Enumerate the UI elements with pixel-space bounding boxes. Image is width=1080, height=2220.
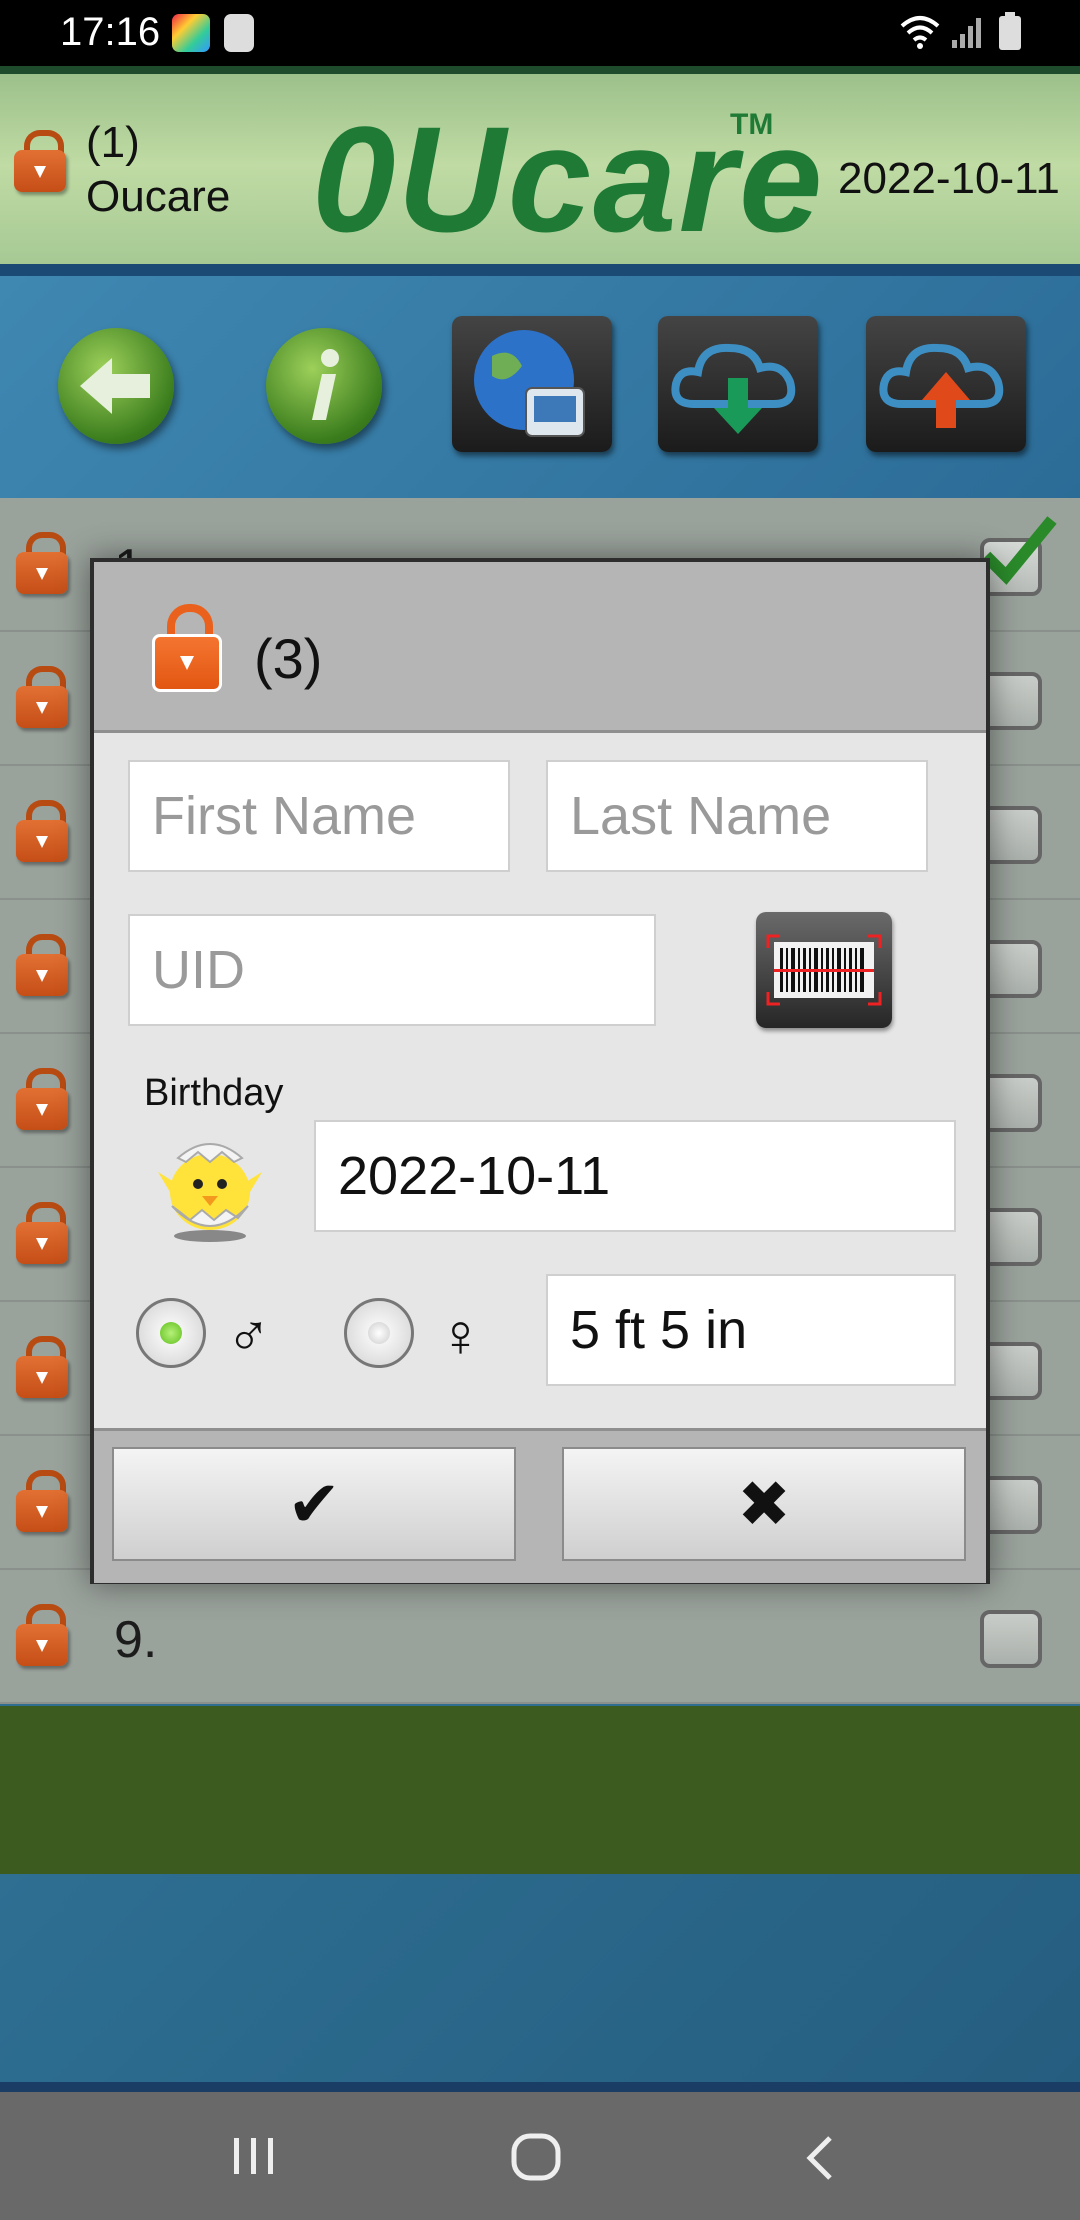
confirm-button[interactable]: ✔ <box>112 1447 516 1561</box>
chick-birthday-icon <box>158 1143 262 1242</box>
globe-device-icon <box>474 330 585 437</box>
status-bar: 17:16 <box>0 0 1080 66</box>
birthday-label: Birthday <box>144 1072 284 1114</box>
home-icon[interactable] <box>510 2132 562 2184</box>
wifi-icon <box>900 16 940 49</box>
checkmark-icon <box>981 516 1057 585</box>
cloud-download-icon <box>671 343 796 434</box>
web-sync-button[interactable] <box>452 316 612 452</box>
user-lock-icon <box>16 1336 68 1398</box>
dialog-header: (3) <box>94 562 986 733</box>
add-user-dialog: (3) First Name Last Name UID Birthday 20… <box>90 558 990 1584</box>
height-field[interactable]: 5 ft 5 in <box>546 1274 956 1386</box>
female-symbol-icon: ♀ <box>438 1302 483 1369</box>
dialog-footer: ✔ ✖ <box>94 1428 986 1583</box>
status-time: 17:16 <box>60 10 161 54</box>
info-icon <box>312 349 339 420</box>
system-nav-bar <box>0 2092 1080 2220</box>
birthday-field[interactable]: 2022-10-11 <box>314 1120 956 1232</box>
cancel-button[interactable]: ✖ <box>562 1447 966 1561</box>
header-user-name: Oucare <box>86 172 231 221</box>
barcode-icon <box>766 934 882 1006</box>
user-lock-icon <box>16 1470 68 1532</box>
user-lock-icon <box>16 934 68 996</box>
user-lock-icon <box>16 1604 68 1666</box>
footer-band <box>0 1706 1080 1874</box>
back-button[interactable] <box>58 328 174 444</box>
user-lock-icon <box>16 800 68 862</box>
gallery-notification-icon <box>172 14 210 52</box>
radio-selected-dot <box>160 1322 182 1344</box>
cloud-upload-button[interactable] <box>866 316 1026 452</box>
user-lock-icon <box>16 666 68 728</box>
cloud-download-button[interactable] <box>658 316 818 452</box>
bottom-background <box>0 1874 1080 2092</box>
user-lock-icon[interactable] <box>14 130 66 192</box>
dialog-title: (3) <box>254 627 323 690</box>
uid-field[interactable]: UID <box>128 914 656 1026</box>
list-checkbox[interactable] <box>980 1610 1042 1668</box>
last-name-field[interactable]: Last Name <box>546 760 928 872</box>
back-arrow-icon <box>80 358 150 414</box>
header-user-number: (1) <box>86 118 140 167</box>
info-button[interactable] <box>266 328 382 444</box>
first-name-field[interactable]: First Name <box>128 760 510 872</box>
female-radio[interactable] <box>344 1298 414 1368</box>
male-radio[interactable] <box>136 1298 206 1368</box>
back-nav-icon[interactable] <box>800 2132 840 2184</box>
trademark-mark: TM <box>730 108 774 141</box>
list-item-label: 9. <box>114 1611 158 1669</box>
recent-apps-icon[interactable] <box>228 2134 280 2178</box>
signal-icon <box>952 18 981 48</box>
user-lock-icon <box>16 1068 68 1130</box>
male-symbol-icon: ♂ <box>226 1302 271 1369</box>
header-date: 2022-10-11 <box>838 154 1060 203</box>
battery-icon <box>999 12 1021 50</box>
user-lock-icon <box>152 604 222 694</box>
list-item[interactable]: 9. <box>0 1570 1080 1704</box>
clock-notification-icon <box>224 14 254 52</box>
toolbar <box>0 276 1080 498</box>
user-lock-icon <box>16 532 68 594</box>
cloud-upload-icon <box>879 343 1004 428</box>
radio-unselected-dot <box>368 1322 390 1344</box>
user-lock-icon <box>16 1202 68 1264</box>
barcode-scan-button[interactable] <box>756 912 892 1028</box>
